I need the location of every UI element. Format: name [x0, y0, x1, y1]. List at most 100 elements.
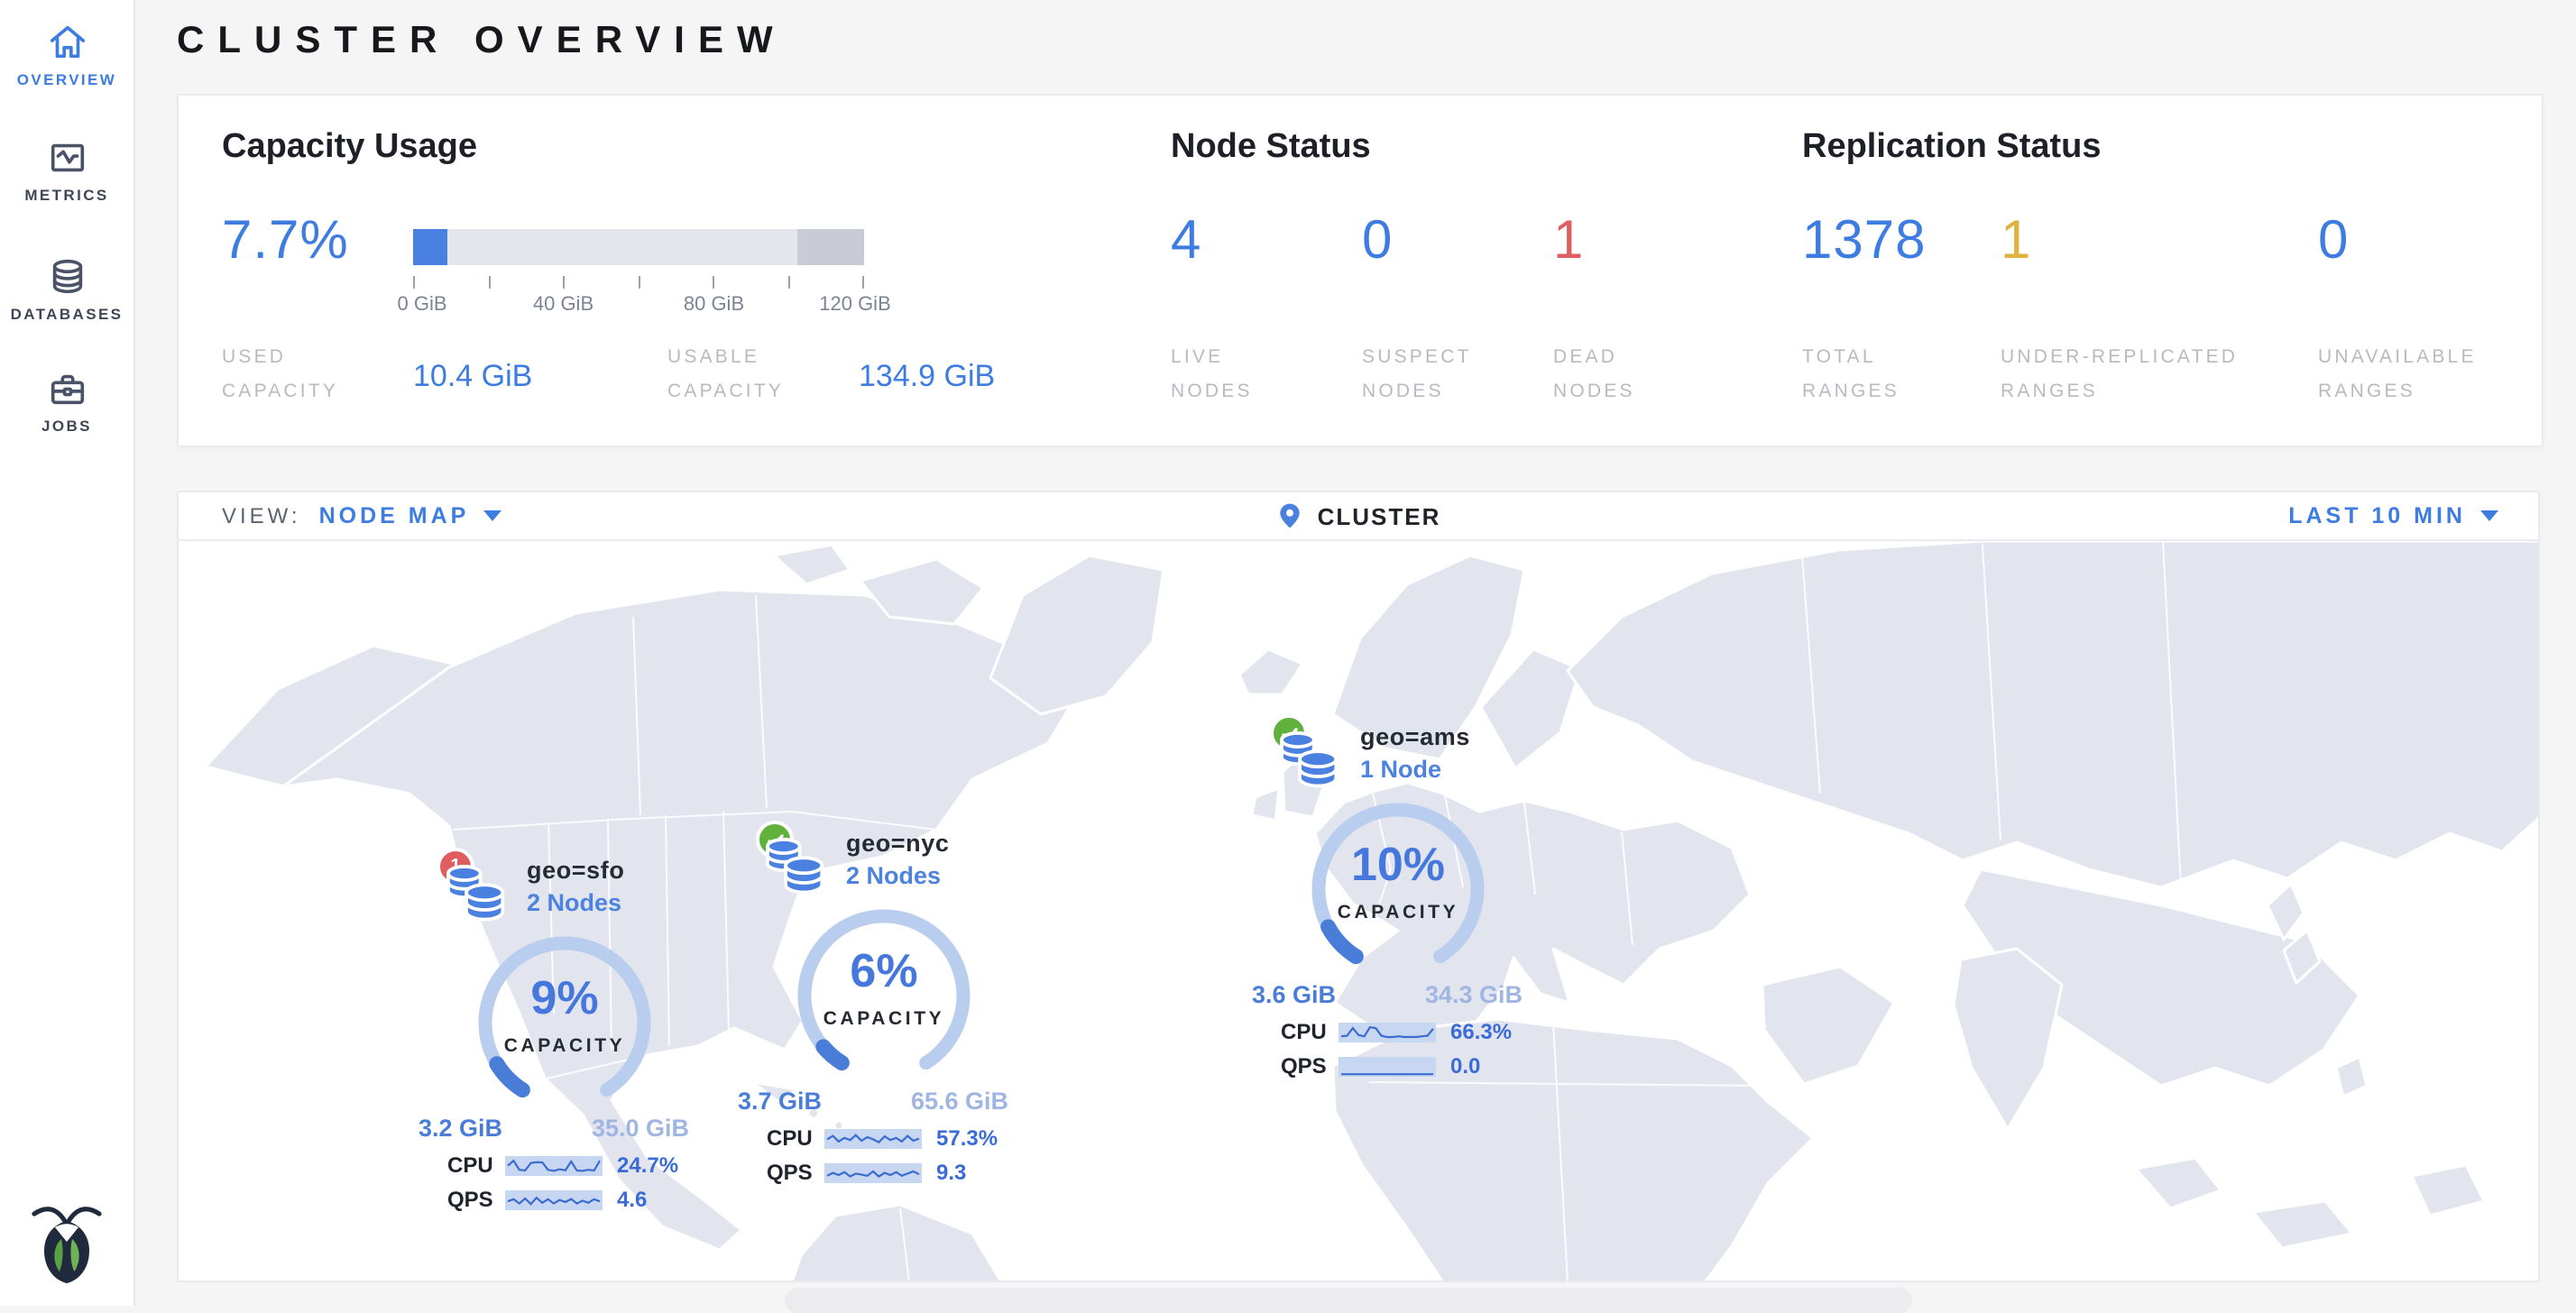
capacity-bar-reserved — [797, 229, 864, 265]
tick-label: 40 GiB — [533, 294, 593, 316]
jobs-icon — [46, 368, 87, 409]
locality-used-capacity: 3.7 GiB — [738, 1088, 822, 1115]
usable-capacity-value: 134.9 GiB — [859, 359, 995, 395]
locality-databases-icon — [759, 835, 828, 900]
locality-total-capacity: 35.0 GiB — [592, 1115, 689, 1142]
used-capacity-value: 10.4 GiB — [413, 359, 532, 395]
cluster-summary-card: Capacity Usage 7.7% 0 GiB 40 GiB 80 GiB … — [177, 94, 2544, 447]
qps-label: QPS — [767, 1160, 824, 1185]
under-replicated-label: UNDER-REPLICATEDRANGES — [2001, 341, 2238, 409]
total-ranges-label: TOTALRANGES — [1802, 341, 1900, 409]
gauge-percent: 10% — [1299, 837, 1497, 893]
live-nodes-label: LIVENODES — [1171, 341, 1253, 409]
sidebar-item-label: JOBS — [0, 417, 133, 435]
capacity-percent: 7.7% — [222, 211, 349, 272]
sidebar-item-label: METRICS — [0, 186, 133, 204]
gauge-capacity-label: CAPACITY — [1299, 902, 1497, 923]
usable-capacity-label: USABLECAPACITY — [667, 341, 784, 409]
gauge-percent: 9% — [465, 970, 664, 1026]
dead-nodes-label: DEADNODES — [1553, 341, 1635, 409]
locality-marker-ams[interactable]: geo=ams 1 Node 10% CAPACITY 3.6 GiB 34.3… — [1227, 718, 1587, 1088]
locality-total-capacity: 65.6 GiB — [911, 1088, 1008, 1115]
locality-used-capacity: 3.2 GiB — [419, 1115, 502, 1142]
capacity-bar-tick-labels: 0 GiB 40 GiB 80 GiB 120 GiB — [413, 294, 864, 319]
cpu-label: CPU — [447, 1152, 505, 1178]
tick-label: 80 GiB — [684, 294, 744, 316]
locality-marker-sfo[interactable]: 1 geo=sfo 2 Nodes 9% CAPACITY 3.2 GiB 35… — [393, 851, 754, 1221]
qps-sparkline — [505, 1189, 603, 1209]
cpu-label: CPU — [1281, 1019, 1339, 1044]
cockroachdb-logo — [31, 1201, 103, 1284]
view-label: VIEW: — [222, 503, 301, 528]
cpu-value: 57.3% — [936, 1125, 998, 1151]
qps-row: QPS 4.6 — [447, 1187, 647, 1212]
map-pin-icon — [1276, 501, 1305, 530]
sidebar-item-jobs[interactable]: JOBS — [0, 368, 133, 435]
cpu-row: CPU 24.7% — [447, 1152, 678, 1178]
cpu-row: CPU 57.3% — [767, 1125, 998, 1151]
databases-icon — [46, 256, 87, 298]
capacity-usage-heading: Capacity Usage — [222, 128, 477, 168]
sidebar-item-label: OVERVIEW — [0, 70, 133, 88]
node-map: 1 geo=sfo 2 Nodes 9% CAPACITY 3.2 GiB 35… — [177, 541, 2540, 1282]
view-dropdown[interactable]: NODE MAP — [319, 503, 502, 528]
locality-name: geo=ams — [1360, 723, 1470, 750]
cpu-row: CPU 66.3% — [1281, 1019, 1512, 1044]
page-title: CLUSTER OVERVIEW — [177, 20, 2544, 63]
chevron-down-icon — [483, 510, 501, 521]
sidebar-item-label: DATABASES — [0, 305, 133, 323]
capacity-gauge: 9% CAPACITY — [465, 923, 664, 1122]
locality-node-count: 2 Nodes — [527, 889, 621, 916]
qps-sparkline — [1339, 1056, 1436, 1076]
sidebar: OVERVIEW METRICS DATABASES JOBS — [0, 0, 135, 1306]
cpu-sparkline — [1339, 1022, 1436, 1042]
sidebar-item-overview[interactable]: OVERVIEW — [0, 22, 133, 88]
replication-status-heading: Replication Status — [1802, 128, 2102, 168]
locality-marker-nyc[interactable]: geo=nyc 2 Nodes 6% CAPACITY 3.7 GiB 65.6… — [713, 824, 1073, 1194]
chevron-down-icon — [2480, 510, 2498, 521]
unavailable-ranges-count: 0 — [2318, 211, 2349, 272]
locality-node-count: 2 Nodes — [846, 862, 941, 889]
under-replicated-count: 1 — [2001, 211, 2031, 272]
map-toolbar: VIEW: NODE MAP CLUSTER LAST 10 MIN — [177, 491, 2540, 541]
live-nodes-count: 4 — [1171, 211, 1201, 272]
cpu-value: 66.3% — [1450, 1019, 1512, 1044]
sidebar-item-metrics[interactable]: METRICS — [0, 137, 133, 204]
cpu-label: CPU — [767, 1125, 824, 1151]
tick-label: 0 GiB — [397, 294, 446, 316]
capacity-gauge: 6% CAPACITY — [785, 896, 983, 1095]
cluster-breadcrumb: CLUSTER — [1318, 502, 1441, 529]
locality-name: geo=sfo — [527, 857, 625, 884]
sidebar-item-databases[interactable]: DATABASES — [0, 256, 133, 323]
capacity-bar-used — [413, 229, 447, 265]
qps-value: 9.3 — [936, 1160, 966, 1185]
locality-node-count: 1 Node — [1360, 756, 1441, 783]
time-range-dropdown[interactable]: LAST 10 MIN — [2288, 503, 2498, 528]
locality-total-capacity: 34.3 GiB — [1425, 981, 1523, 1008]
suspect-nodes-count: 0 — [1362, 211, 1393, 272]
gauge-percent: 6% — [785, 943, 983, 999]
tick-label: 120 GiB — [819, 294, 891, 316]
capacity-bar-ticks — [413, 276, 864, 289]
capacity-bar: 0 GiB 40 GiB 80 GiB 120 GiB — [413, 229, 864, 319]
suspect-nodes-label: SUSPECTNODES — [1362, 341, 1472, 409]
node-status-heading: Node Status — [1171, 128, 1371, 168]
horizontal-scrollbar[interactable] — [785, 1288, 1912, 1313]
gauge-capacity-label: CAPACITY — [785, 1008, 983, 1030]
home-icon — [46, 22, 87, 63]
metrics-icon — [46, 137, 87, 179]
qps-label: QPS — [1281, 1053, 1339, 1079]
gauge-capacity-label: CAPACITY — [465, 1035, 664, 1057]
locality-databases-icon — [440, 862, 509, 927]
used-capacity-label: USEDCAPACITY — [222, 341, 338, 409]
capacity-gauge: 10% CAPACITY — [1299, 790, 1497, 988]
locality-used-capacity: 3.6 GiB — [1252, 981, 1336, 1008]
cpu-value: 24.7% — [617, 1152, 678, 1178]
qps-value: 0.0 — [1450, 1053, 1480, 1079]
qps-sparkline — [824, 1162, 922, 1182]
qps-row: QPS 0.0 — [1281, 1053, 1480, 1079]
time-range-value: LAST 10 MIN — [2288, 503, 2466, 528]
dead-nodes-count: 1 — [1553, 211, 1584, 272]
locality-databases-icon — [1274, 729, 1342, 794]
unavailable-ranges-label: UNAVAILABLERANGES — [2318, 341, 2477, 409]
